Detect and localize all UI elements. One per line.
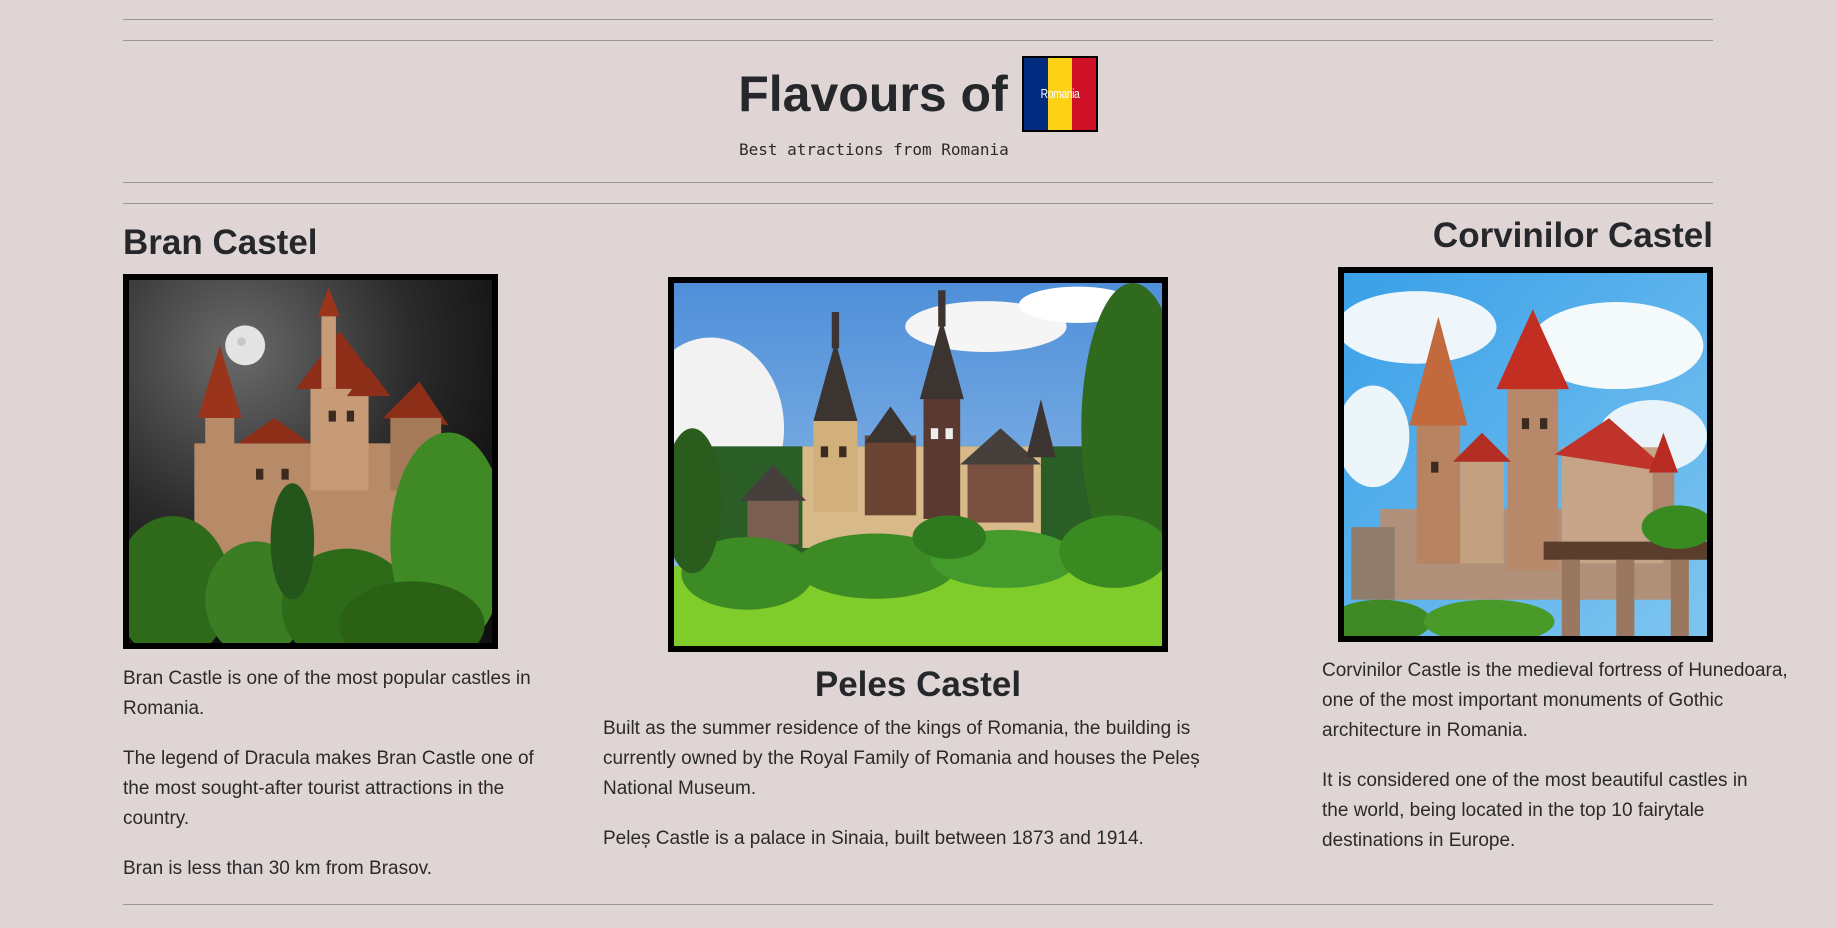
site-header: Flavours of Romania (0, 56, 1836, 132)
corvinilor-title: Corvinilor Castel (1432, 216, 1713, 255)
peles-section: Peles Castel Built as the summer residen… (603, 277, 1233, 874)
peles-paragraph: Peleș Castle is a palace in Sinaia, buil… (603, 828, 1144, 849)
corvinilor-paragraph: Corvinilor Castle is the medieval fortre… (1322, 660, 1788, 741)
header-bottom-divider (123, 182, 1713, 183)
peles-castle-image (668, 277, 1168, 652)
header-top-divider (123, 40, 1713, 41)
content-top-divider (123, 203, 1713, 204)
footer-divider (123, 904, 1713, 905)
bran-paragraph: Bran Castle is one of the most popular c… (123, 668, 531, 719)
flag-label: Romania (1040, 86, 1080, 101)
romania-flag-icon: Romania (1021, 56, 1098, 132)
peles-title: Peles Castel (814, 665, 1022, 704)
bran-paragraph: Bran is less than 30 km from Brasov. (123, 858, 433, 879)
title-row: Flavours of Romania (738, 56, 1098, 132)
bran-section: Bran Castel Bran Castle is one of the mo… (123, 222, 543, 904)
bran-title: Bran Castel (123, 223, 318, 262)
corvinilor-section: Corvinilor Castel Corvinilor Castle is t… (1322, 215, 1813, 876)
corvinilor-paragraph: It is considered one of the most beautif… (1322, 770, 1748, 851)
site-subtitle: Best atractions from Romania (739, 140, 1009, 159)
top-divider (123, 19, 1713, 20)
site-title: Flavours of (738, 66, 1008, 122)
bran-castle-image (123, 274, 498, 649)
corvinilor-castle-image (1338, 267, 1713, 642)
peles-paragraph: Built as the summer residence of the kin… (603, 718, 1200, 799)
bran-paragraph: The legend of Dracula makes Bran Castle … (123, 748, 534, 829)
